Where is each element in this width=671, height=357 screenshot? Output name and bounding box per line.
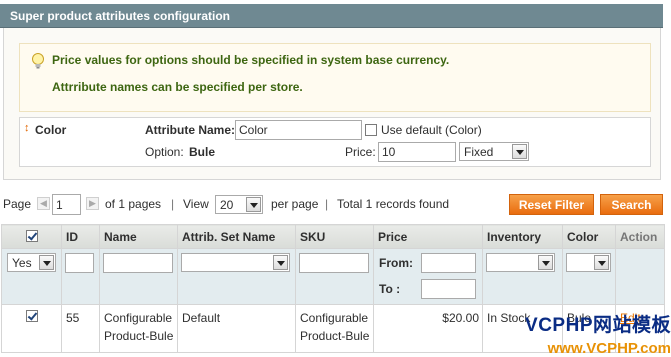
attribute-row-color: ↕ Color Attribute Name: Use default (Col…: [19, 117, 651, 167]
price-input[interactable]: [378, 142, 456, 162]
header-select: [1, 224, 62, 249]
cell-id: 55: [61, 304, 100, 353]
cell-price: $20.00: [373, 304, 483, 353]
prev-page-icon[interactable]: ◀: [37, 197, 50, 210]
cell-color: Bule: [562, 304, 616, 353]
price-to-input[interactable]: [421, 279, 476, 299]
filter-name-input[interactable]: [103, 253, 173, 273]
cell-action: Edit: [615, 304, 665, 353]
attribute-name-input[interactable]: [235, 120, 362, 140]
filter-price-cell: From: To :: [373, 248, 483, 305]
header-attrib-set[interactable]: Attrib. Set Name: [177, 224, 296, 249]
filter-inventory-cell: [482, 248, 563, 305]
grid-filter-row: Yes From: To :: [1, 248, 665, 305]
header-price[interactable]: Price: [373, 224, 483, 249]
attributes-fieldset: Price values for options should be speci…: [3, 28, 661, 180]
use-default-checkbox[interactable]: [365, 124, 377, 136]
filter-inventory-select[interactable]: [486, 253, 555, 272]
section-title: Super product attributes configuration: [10, 9, 231, 23]
header-sku[interactable]: SKU: [295, 224, 374, 249]
header-inventory[interactable]: Inventory: [482, 224, 563, 249]
header-color[interactable]: Color: [562, 224, 616, 249]
option-value: Bule: [189, 145, 216, 159]
products-grid: ID Name Attrib. Set Name SKU Price Inven…: [1, 224, 665, 353]
filter-color-select[interactable]: [566, 253, 611, 272]
of-pages-text: of 1 pages: [105, 197, 162, 211]
select-all-checkbox[interactable]: [26, 230, 38, 242]
header-id[interactable]: ID: [61, 224, 100, 249]
per-page-value: 20: [220, 198, 234, 212]
attribute-title: Color: [35, 123, 67, 137]
in-products-filter[interactable]: Yes: [7, 253, 56, 272]
filter-select-cell: Yes: [1, 248, 62, 305]
header-name[interactable]: Name: [99, 224, 178, 249]
row-select-cell: [1, 304, 62, 353]
page-input[interactable]: [52, 194, 81, 215]
cell-inventory: In Stock: [482, 304, 563, 353]
row-checkbox[interactable]: [26, 310, 38, 322]
cell-sku: Configurable Product-Bule: [295, 304, 374, 353]
price-label: Price:: [345, 145, 376, 159]
chevron-down-icon: [512, 144, 527, 159]
filter-sku-cell: [295, 248, 374, 305]
filter-sku-input[interactable]: [299, 253, 369, 273]
filter-id-input[interactable]: [65, 253, 94, 273]
option-label: Option:: [145, 145, 184, 159]
filter-color-cell: [562, 248, 616, 305]
notice-line-currency: Price values for options should be speci…: [52, 53, 450, 67]
sort-arrows-icon[interactable]: ↕: [24, 122, 30, 134]
grid-pager: Page ◀ ▶ of 1 pages | View 20 per page |…: [0, 193, 671, 217]
notice-line-store: Attrribute names can be specified per st…: [52, 80, 303, 94]
attribute-name-label: Attribute Name:: [145, 123, 236, 137]
price-type-select[interactable]: Fixed: [459, 142, 529, 161]
chevron-down-icon: [273, 255, 288, 270]
pager-separator: |: [325, 197, 329, 211]
table-row[interactable]: 55 Configurable Product-Bule Default Con…: [1, 304, 665, 353]
edit-link[interactable]: Edit: [620, 311, 641, 325]
cell-set: Default: [177, 304, 296, 353]
chevron-down-icon: [594, 255, 609, 270]
filter-id-cell: [61, 248, 100, 305]
reset-filter-button[interactable]: Reset Filter: [509, 194, 594, 215]
notice-box: Price values for options should be speci…: [19, 43, 651, 112]
in-products-value: Yes: [12, 256, 32, 270]
price-to-label: To :: [379, 282, 401, 296]
filter-name-cell: [99, 248, 178, 305]
per-page-select[interactable]: 20: [215, 195, 263, 214]
per-page-label: per page: [271, 197, 319, 211]
next-page-icon[interactable]: ▶: [86, 197, 99, 210]
search-button[interactable]: Search: [600, 194, 663, 215]
filter-set-select[interactable]: [181, 253, 290, 272]
chevron-down-icon: [538, 255, 553, 270]
cell-name: Configurable Product-Bule: [99, 304, 178, 353]
use-default-label: Use default (Color): [381, 123, 482, 137]
section-header: Super product attributes configuration: [0, 4, 663, 28]
header-action: Action: [615, 224, 665, 249]
grid-headings: ID Name Attrib. Set Name SKU Price Inven…: [1, 224, 665, 249]
page-label: Page: [3, 197, 32, 211]
view-label: View: [183, 197, 209, 211]
pager-separator: |: [171, 197, 175, 211]
lightbulb-icon: [32, 53, 44, 69]
price-type-value: Fixed: [464, 145, 494, 159]
filter-set-cell: [177, 248, 296, 305]
chevron-down-icon: [246, 197, 261, 212]
chevron-down-icon: [39, 255, 54, 270]
price-from-input[interactable]: [421, 253, 476, 273]
records-count: Total 1 records found: [337, 197, 450, 211]
filter-action-cell: [615, 248, 665, 305]
price-from-label: From:: [379, 256, 413, 270]
